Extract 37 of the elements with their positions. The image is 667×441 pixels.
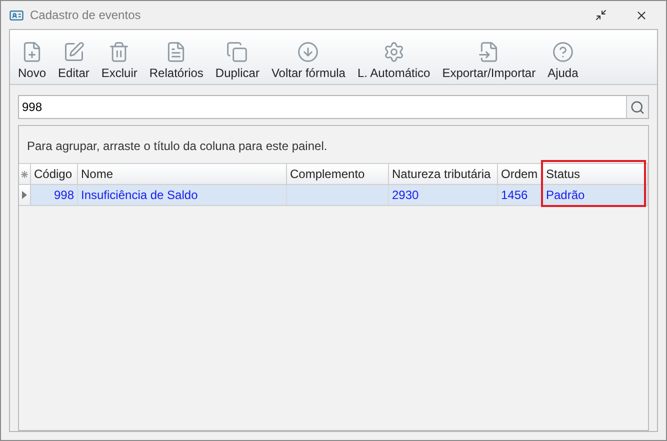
help-icon <box>552 41 574 63</box>
file-plus-icon <box>21 41 43 63</box>
column-header[interactable]: Código <box>31 164 78 184</box>
toolbar-button[interactable]: Excluir <box>101 41 138 80</box>
toolbar-button[interactable]: Novo <box>18 41 46 80</box>
toolbar-button[interactable]: Exportar/Importar <box>442 41 536 80</box>
file-arrow-icon <box>478 41 500 63</box>
asterisk-icon <box>21 170 28 178</box>
toolbar-button[interactable]: L. Automático <box>357 41 430 80</box>
toolbar-button[interactable]: Relatórios <box>149 41 204 80</box>
close-icon[interactable] <box>635 8 648 22</box>
column-header[interactable]: Natureza tributária <box>389 164 498 184</box>
search-button[interactable] <box>626 96 648 118</box>
toolbar-button[interactable]: Ajuda <box>548 41 578 80</box>
gear-icon <box>382 41 405 63</box>
toolbar-button[interactable]: Editar <box>58 41 90 80</box>
column-header[interactable]: Status <box>543 164 648 184</box>
copy-icon <box>226 41 248 63</box>
table-cell: Padrão <box>543 185 648 205</box>
column-header[interactable]: Nome <box>78 164 287 184</box>
row-pointer-icon <box>22 191 27 199</box>
table-cell: 2930 <box>389 185 498 205</box>
table-cell: Insuficiência de Saldo <box>78 185 287 205</box>
restore-icon[interactable] <box>595 9 607 21</box>
column-header[interactable]: Ordem <box>498 164 543 184</box>
table-cell: 1456 <box>498 185 543 205</box>
app-icon <box>9 8 24 22</box>
arrow-down-circle-icon <box>297 41 320 63</box>
search-icon <box>630 100 645 114</box>
pencil-icon <box>62 41 85 63</box>
table-cell: 998 <box>31 185 78 205</box>
toolbar-button[interactable]: Voltar fórmula <box>271 41 346 80</box>
group-hint: Para agrupar, arraste o título da coluna para este painel. <box>26 138 328 155</box>
toolbar-button[interactable]: Duplicar <box>215 41 260 80</box>
trash-icon <box>108 41 130 63</box>
window-title: Cadastro de eventos <box>30 8 142 22</box>
column-header[interactable]: Complemento <box>287 164 389 184</box>
